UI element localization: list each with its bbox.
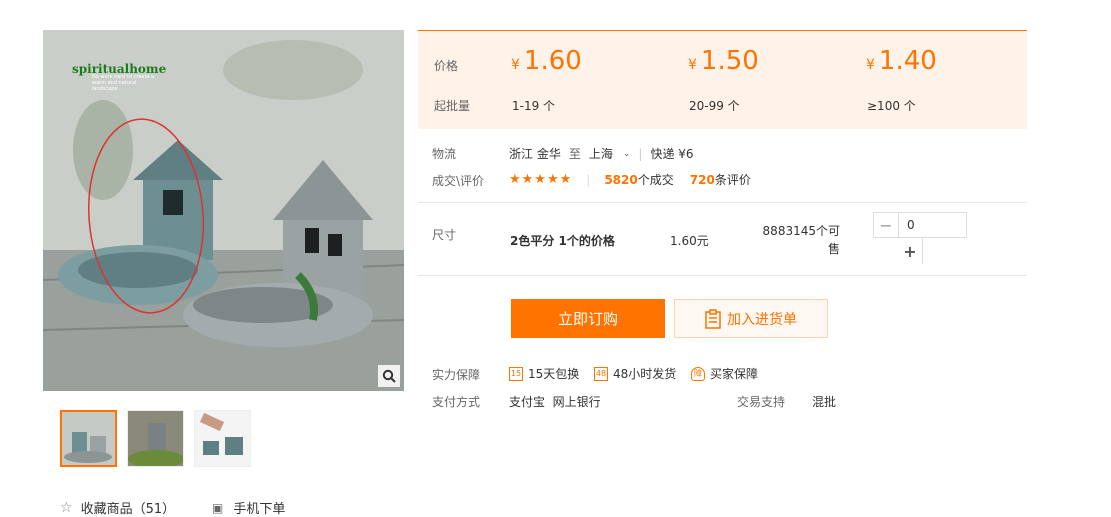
chevron-down-icon: ⌄ <box>622 148 631 159</box>
price-label: 价格 <box>434 59 459 73</box>
logistics-label: 物流 <box>432 147 457 161</box>
brand-logo-subtitle: No work hard to create a warm and natura… <box>92 74 155 92</box>
guarantee-item: 15 15天包换 <box>509 365 579 382</box>
divider-line <box>418 275 1027 276</box>
guarantee-label: 实力保障 <box>432 368 481 382</box>
price-tier-2: ¥1.50 <box>688 46 759 76</box>
price-panel <box>418 30 1027 129</box>
tier-1-qty: 1-19 个 <box>512 99 556 113</box>
currency-symbol: ¥ <box>688 57 697 73</box>
guarantee-text: 48小时发货 <box>613 367 677 381</box>
destination-select[interactable]: 上海 ⌄ <box>589 145 631 162</box>
guarantee-text: 买家保障 <box>710 367 759 381</box>
guarantee-text: 15天包换 <box>528 367 580 381</box>
shipping-fee: 快递 ¥6 <box>650 147 694 161</box>
origin: 浙江 金华 <box>509 147 561 161</box>
deals-count: 5820 <box>604 173 638 187</box>
reviews-summary: ★★★★★ | 5820个成交 720条评价 <box>509 171 751 188</box>
deals-text: 个成交 <box>637 173 674 187</box>
clock-48-icon: 48 <box>594 366 608 381</box>
review-text: 条评价 <box>714 173 751 187</box>
sku-price: 1.60元 <box>670 234 709 248</box>
guarantee-item: 48 48小时发货 <box>594 365 676 382</box>
clipboard-icon <box>705 308 721 329</box>
add-to-cart-button[interactable]: 加入进货单 <box>674 299 828 338</box>
trade-support-value: 混批 <box>812 395 837 409</box>
sku-option: 2色平分 1个的价格 <box>510 234 615 248</box>
minus-button[interactable]: − <box>874 213 899 237</box>
price-value: 1.40 <box>878 46 937 76</box>
sku-stock: 8883145个可 售 <box>740 222 840 258</box>
divider: | <box>586 172 591 187</box>
reviews-label: 成交\评价 <box>432 174 485 188</box>
deals[interactable]: 5820个成交 <box>604 171 673 188</box>
payment-methods: 支付宝 网上银行 <box>509 395 601 409</box>
destination-value: 上海 <box>588 147 613 161</box>
tier-3-qty: ≥100 个 <box>867 99 916 113</box>
thumbnail-1[interactable] <box>60 410 117 467</box>
currency-symbol: ¥ <box>511 57 520 73</box>
review-link[interactable]: 720条评价 <box>690 171 751 188</box>
to-word: 至 <box>568 147 581 161</box>
price-value: 1.50 <box>700 46 759 76</box>
size-label: 尺寸 <box>432 228 457 242</box>
calendar-15-icon: 15 <box>509 366 523 381</box>
zoom-icon[interactable] <box>378 365 400 387</box>
guarantee-item: 障 买家保障 <box>691 365 758 382</box>
shield-icon: 障 <box>691 366 705 381</box>
currency-symbol: ¥ <box>866 57 875 73</box>
tier-2-qty: 20-99 个 <box>689 99 740 113</box>
add-to-cart-label: 加入进货单 <box>727 311 797 328</box>
price-value: 1.60 <box>523 46 582 76</box>
stock-line-1: 8883145个可 <box>762 224 840 238</box>
price-tier-1: ¥1.60 <box>511 46 582 76</box>
stock-line-2: 售 <box>827 242 840 256</box>
min-qty-label: 起批量 <box>434 99 471 113</box>
quantity-stepper: − 0 <box>873 212 967 238</box>
payment-label: 支付方式 <box>432 395 481 409</box>
trade-support-label: 交易支持 <box>737 395 786 409</box>
rating-stars: ★★★★★ <box>509 172 573 187</box>
price-tier-3: ¥1.40 <box>866 46 937 76</box>
logistics-route: 浙江 金华 至 上海 ⌄ | 快递 ¥6 <box>509 145 694 162</box>
buy-now-button[interactable]: 立即订购 <box>511 299 665 338</box>
plus-button[interactable]: + <box>898 238 923 264</box>
thumbnail-2[interactable] <box>127 410 184 467</box>
divider: | <box>638 146 643 161</box>
thumbnail-3[interactable] <box>194 410 251 467</box>
review-count: 720 <box>689 173 715 187</box>
quantity-input[interactable]: 0 <box>899 213 966 237</box>
divider-line <box>418 202 1027 203</box>
